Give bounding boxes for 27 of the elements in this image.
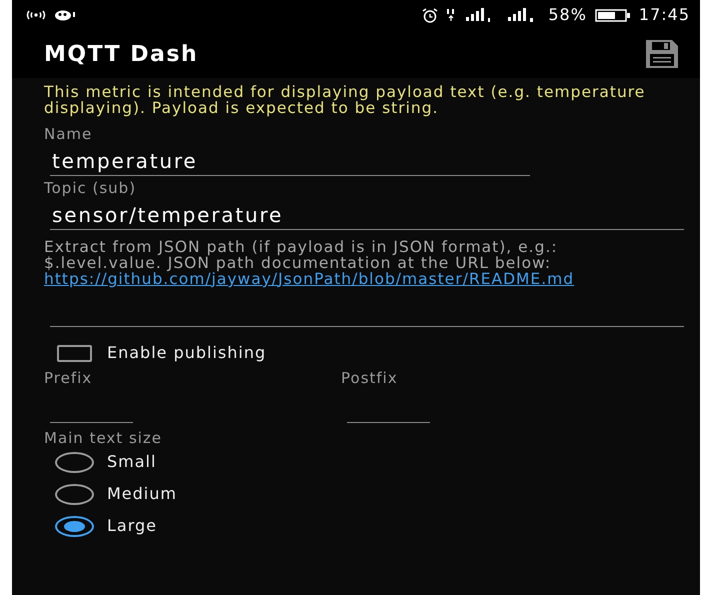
text-field[interactable]: sensor/temperature [50, 202, 684, 230]
radio-label[interactable]: Medium [107, 482, 177, 506]
field-label: Name [44, 125, 94, 143]
radio-button[interactable] [55, 516, 94, 536]
hotspot-icon [26, 10, 46, 20]
section-label: Main text size [44, 429, 164, 447]
checkbox-label[interactable]: Enable publishing [107, 341, 266, 365]
field-label: Topic (sub) [44, 179, 138, 197]
field-label: Postfix [341, 369, 399, 387]
text-field[interactable]: temperature [50, 148, 530, 176]
description-text: This metric is intended for displaying payload text (e.g. temperature displaying). Payload is expected to be string. [44, 84, 646, 116]
radio-label[interactable]: Small [107, 450, 156, 474]
checkbox[interactable] [57, 344, 92, 362]
alarm-icon [422, 8, 438, 22]
help-text: Extract from JSON path (if payload is in JSON format), e.g.: $.level.value. JSON path documentation at the URL below: [44, 239, 559, 271]
field-label: Prefix [44, 369, 94, 387]
clock-time: 17:45 [638, 4, 690, 26]
radio-button[interactable] [55, 452, 94, 472]
battery-percentage: 58% [548, 4, 587, 26]
data-icon [446, 8, 456, 22]
battery-icon [594, 8, 631, 22]
radio-button[interactable] [55, 484, 94, 504]
app-title: MQTT Dash [44, 40, 198, 68]
save-icon[interactable] [646, 40, 678, 68]
notification-icon [54, 10, 76, 20]
url-link[interactable]: https://github.com/jayway/JsonPath/blob/master/README.md [44, 271, 684, 287]
radio-label[interactable]: Large [107, 514, 158, 538]
